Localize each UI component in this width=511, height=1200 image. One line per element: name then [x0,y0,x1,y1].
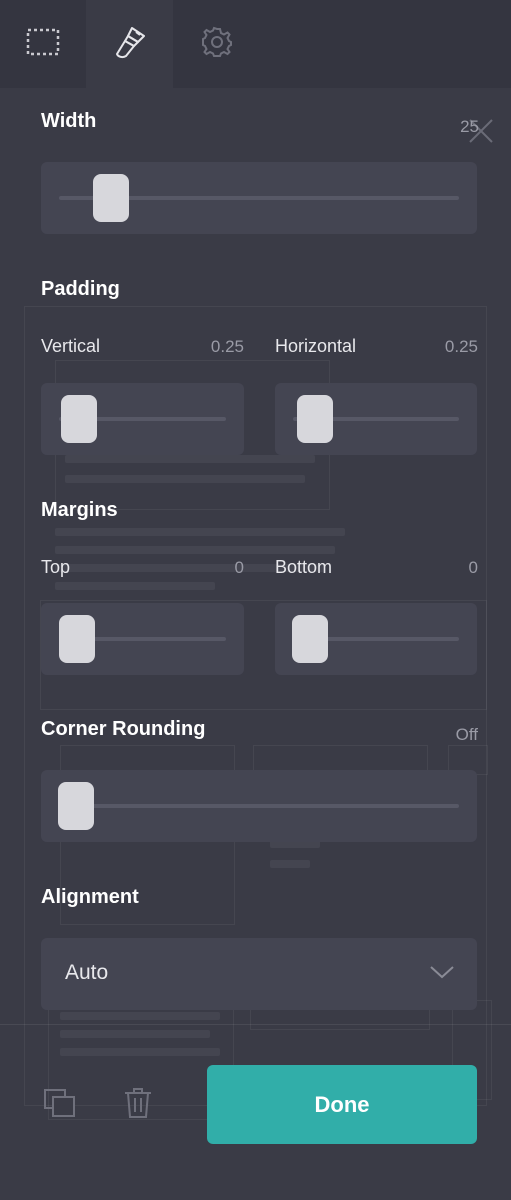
padding-vertical-slider[interactable] [41,383,244,455]
selection-box-icon [26,28,60,61]
padding-horizontal-label: Horizontal [275,336,357,356]
margins-label: Margins [41,499,118,521]
alignment-label: Alignment [41,886,139,908]
width-slider-handle[interactable] [93,174,129,222]
padding-vertical-handle[interactable] [61,395,97,443]
padding-label: Padding [41,278,120,300]
corner-rounding-track [59,804,459,808]
tab-settings[interactable] [173,0,260,88]
width-value: 25 [460,117,479,136]
chevron-down-icon [429,964,455,985]
duplicate-button[interactable] [42,1088,78,1122]
padding-horizontal-value: 0.25 [444,337,478,356]
padding-vertical-label: Vertical [41,336,101,356]
margins-top-value: 0 [234,558,244,577]
alignment-selected-value: Auto [65,961,109,984]
margins-bottom-value: 0 [468,558,478,577]
gear-icon [200,25,234,64]
corner-rounding-label: Corner Rounding [41,718,206,740]
done-button[interactable]: Done [207,1065,477,1144]
style-tab-bar [0,0,511,88]
corner-rounding-handle[interactable] [58,782,94,830]
corner-rounding-value: Off [455,725,478,744]
margins-bottom-handle[interactable] [292,615,328,663]
tab-style[interactable] [86,0,173,88]
margins-top-label: Top [41,557,71,577]
duplicate-icon [43,1087,77,1124]
delete-button[interactable] [122,1087,154,1124]
tab-selection[interactable] [0,0,86,88]
padding-horizontal-slider[interactable] [275,383,477,455]
margins-top-handle[interactable] [59,615,95,663]
margins-top-slider[interactable] [41,603,244,675]
corner-rounding-slider[interactable] [41,770,477,842]
padding-vertical-value: 0.25 [210,337,244,356]
footer-divider [0,1024,511,1025]
margins-bottom-slider[interactable] [275,603,477,675]
margins-bottom-label: Bottom [275,557,333,577]
trash-icon [123,1087,153,1124]
width-slider[interactable] [41,162,477,234]
width-label: Width [41,110,97,132]
padding-horizontal-handle[interactable] [297,395,333,443]
paintbrush-icon [112,24,148,65]
alignment-select[interactable]: Auto [41,938,477,1010]
